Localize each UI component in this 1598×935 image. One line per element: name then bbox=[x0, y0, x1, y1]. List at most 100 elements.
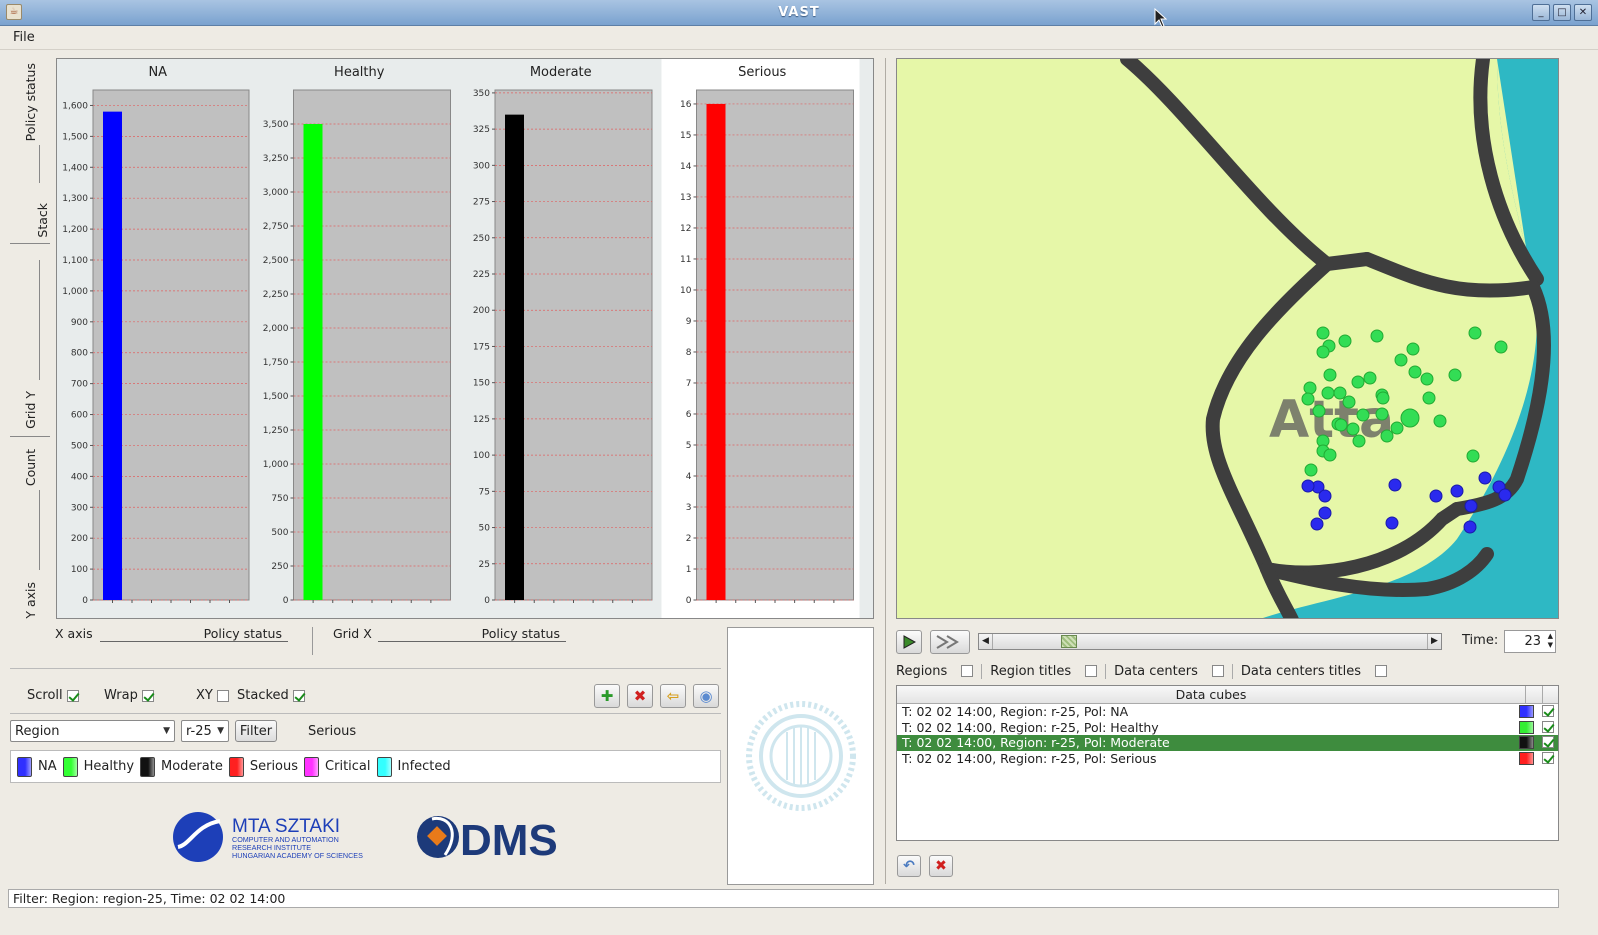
minimize-button[interactable]: _ bbox=[1532, 4, 1550, 21]
map-point-na[interactable] bbox=[1464, 499, 1478, 513]
time-slider[interactable]: ◀ ▶ bbox=[978, 633, 1442, 650]
stacked-option[interactable]: Stacked bbox=[237, 688, 305, 703]
bar[interactable] bbox=[706, 103, 726, 601]
map-point-healthy[interactable] bbox=[1323, 448, 1337, 462]
maximize-button[interactable]: □ bbox=[1553, 4, 1571, 21]
map-point-healthy[interactable] bbox=[1303, 381, 1317, 395]
map-point-healthy[interactable] bbox=[1304, 463, 1318, 477]
map-point-healthy[interactable] bbox=[1334, 418, 1348, 432]
color-swatch[interactable] bbox=[1519, 705, 1534, 718]
xy-option[interactable]: XY bbox=[196, 688, 229, 703]
visible-checkbox[interactable] bbox=[1542, 705, 1554, 717]
map-point-healthy[interactable] bbox=[1323, 368, 1337, 382]
map-point-healthy[interactable] bbox=[1351, 375, 1365, 389]
regions-toggle[interactable]: Regions bbox=[896, 663, 983, 679]
bar[interactable] bbox=[303, 124, 323, 600]
map-point-na[interactable] bbox=[1385, 516, 1399, 530]
fast-forward-button[interactable] bbox=[930, 630, 970, 654]
visible-checkbox[interactable] bbox=[1542, 720, 1554, 733]
map-point-healthy[interactable] bbox=[1301, 392, 1315, 406]
tab-count[interactable]: Count bbox=[10, 445, 50, 490]
map-point-healthy[interactable] bbox=[1394, 353, 1408, 367]
tab-policy-status[interactable]: Policy status bbox=[10, 60, 50, 145]
delete-icon[interactable]: ✖ bbox=[627, 684, 653, 708]
settings-icon[interactable]: ◉ bbox=[693, 684, 719, 708]
grid-x-selector[interactable]: Policy status bbox=[378, 626, 566, 642]
map-view[interactable]: Atta bbox=[896, 58, 1559, 619]
add-icon[interactable]: ✚ bbox=[594, 684, 620, 708]
map-point-healthy[interactable] bbox=[1363, 371, 1377, 385]
map-point-healthy[interactable] bbox=[1312, 404, 1326, 418]
play-button[interactable] bbox=[896, 630, 922, 654]
bar[interactable] bbox=[103, 111, 122, 601]
map-point-healthy[interactable] bbox=[1468, 326, 1482, 340]
map-point-healthy[interactable] bbox=[1376, 391, 1390, 405]
x-axis-selector[interactable]: Policy status bbox=[100, 626, 288, 642]
scroll-checkbox[interactable] bbox=[66, 689, 79, 702]
map-point-healthy[interactable] bbox=[1494, 340, 1508, 354]
filter-button[interactable]: Filter bbox=[235, 720, 277, 742]
wrap-option[interactable]: Wrap bbox=[104, 688, 154, 703]
data-cube-row[interactable]: T: 02 02 14:00, Region: r-25, Pol: NA bbox=[897, 704, 1558, 720]
map-canvas[interactable]: Atta bbox=[897, 59, 1559, 619]
map-point-healthy[interactable] bbox=[1316, 326, 1330, 340]
map-point-healthy[interactable] bbox=[1333, 386, 1347, 400]
map-point-healthy[interactable] bbox=[1408, 365, 1422, 379]
map-point-healthy[interactable] bbox=[1352, 434, 1366, 448]
slider-thumb[interactable] bbox=[1060, 635, 1077, 648]
close-button[interactable]: ✕ bbox=[1574, 4, 1592, 21]
map-point-na[interactable] bbox=[1498, 488, 1512, 502]
spinner-arrows-icon[interactable]: ▲ ▼ bbox=[1548, 632, 1553, 650]
map-point-healthy[interactable] bbox=[1390, 421, 1404, 435]
map-point-healthy[interactable] bbox=[1433, 414, 1447, 428]
data-cube-row[interactable]: T: 02 02 14:00, Region: r-25, Pol: Serio… bbox=[897, 751, 1558, 767]
map-point-healthy[interactable] bbox=[1370, 329, 1384, 343]
data-centers-titles-toggle[interactable]: Data centers titles bbox=[1233, 664, 1395, 679]
back-arrow-icon[interactable]: ⇦ bbox=[660, 684, 686, 708]
map-point-na[interactable] bbox=[1388, 478, 1402, 492]
visible-checkbox[interactable] bbox=[1542, 751, 1554, 764]
visible-checkbox[interactable] bbox=[1542, 736, 1554, 748]
tab-y-axis[interactable]: Y axis bbox=[10, 580, 50, 620]
xy-checkbox[interactable] bbox=[216, 689, 229, 702]
slider-left-arrow-icon[interactable]: ◀ bbox=[979, 634, 993, 649]
map-point-na[interactable] bbox=[1478, 471, 1492, 485]
map-point-healthy[interactable] bbox=[1466, 449, 1480, 463]
map-point-healthy[interactable] bbox=[1422, 391, 1436, 405]
map-point-healthy[interactable] bbox=[1338, 334, 1352, 348]
map-point-na[interactable] bbox=[1301, 479, 1315, 493]
undo-icon[interactable]: ↶ bbox=[897, 855, 921, 877]
color-swatch[interactable] bbox=[1519, 736, 1534, 749]
map-point-healthy[interactable] bbox=[1342, 395, 1356, 409]
map-point-na[interactable] bbox=[1318, 506, 1332, 520]
filter-field-select[interactable]: Region ▼ bbox=[10, 720, 175, 742]
remove-icon[interactable]: ✖ bbox=[929, 855, 953, 877]
region-titles-toggle[interactable]: Region titles bbox=[982, 663, 1107, 679]
color-swatch[interactable] bbox=[1519, 720, 1534, 734]
map-point-healthy[interactable] bbox=[1400, 408, 1420, 428]
map-point-na[interactable] bbox=[1450, 484, 1464, 498]
map-point-healthy[interactable] bbox=[1448, 368, 1462, 382]
map-point-healthy[interactable] bbox=[1346, 422, 1360, 436]
stacked-checkbox[interactable] bbox=[292, 689, 305, 702]
map-point-na[interactable] bbox=[1318, 489, 1332, 503]
map-point-healthy[interactable] bbox=[1420, 372, 1434, 386]
time-spinner[interactable]: 23 ▲ ▼ bbox=[1504, 630, 1556, 653]
data-cube-row[interactable]: T: 02 02 14:00, Region: r-25, Pol: Healt… bbox=[897, 720, 1558, 736]
map-point-na[interactable] bbox=[1463, 520, 1477, 534]
map-point-healthy[interactable] bbox=[1321, 386, 1335, 400]
wrap-checkbox[interactable] bbox=[141, 689, 154, 702]
map-point-na[interactable] bbox=[1429, 489, 1443, 503]
map-point-na[interactable] bbox=[1310, 517, 1324, 531]
color-swatch[interactable] bbox=[1519, 751, 1534, 765]
slider-right-arrow-icon[interactable]: ▶ bbox=[1427, 634, 1441, 649]
scroll-option[interactable]: Scroll bbox=[27, 688, 79, 703]
bar[interactable] bbox=[505, 114, 524, 600]
menu-file[interactable]: File bbox=[13, 30, 35, 45]
data-cube-row[interactable]: T: 02 02 14:00, Region: r-25, Pol: Moder… bbox=[897, 735, 1558, 751]
data-centers-toggle[interactable]: Data centers bbox=[1106, 663, 1233, 679]
map-point-healthy[interactable] bbox=[1380, 429, 1394, 443]
map-point-healthy[interactable] bbox=[1316, 345, 1330, 359]
filter-value-select[interactable]: r-25 ▼ bbox=[181, 720, 229, 742]
map-point-healthy[interactable] bbox=[1356, 408, 1370, 422]
